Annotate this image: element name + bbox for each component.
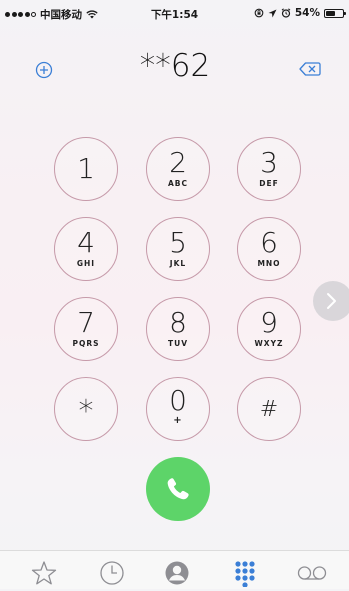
side-arrow-button[interactable]: [313, 281, 349, 321]
key-digit: #: [259, 397, 279, 422]
key-8[interactable]: 8 TUV: [146, 297, 210, 361]
tab-contacts[interactable]: [163, 559, 193, 589]
key-letters: DEF: [259, 179, 279, 188]
key-3[interactable]: 3 DEF: [237, 137, 301, 201]
voicemail-icon: [297, 566, 327, 580]
keypad-icon: [235, 561, 255, 588]
key-digit: 2: [169, 146, 187, 179]
dialed-number: **62: [139, 48, 211, 84]
location-icon: [268, 9, 277, 17]
key-digit: 1: [77, 152, 95, 185]
key-letters: GHI: [76, 259, 96, 268]
key-star[interactable]: *: [54, 377, 118, 441]
lock-rotation-icon: [254, 8, 264, 18]
contact-icon: [165, 561, 189, 585]
phone-icon: [167, 478, 189, 500]
key-letters: WXYZ: [254, 339, 284, 348]
key-6[interactable]: 6 MNO: [237, 217, 301, 281]
key-digit: 7: [77, 306, 95, 339]
tab-favorites[interactable]: [30, 559, 60, 589]
plus-circle-icon: [35, 61, 53, 79]
key-1[interactable]: 1: [54, 137, 118, 201]
star-icon: [31, 561, 57, 585]
status-bar: 中国移动 下午1:54 54%: [0, 0, 349, 26]
key-digit: 5: [169, 226, 187, 259]
alarm-icon: [281, 8, 291, 18]
key-2[interactable]: 2 ABC: [146, 137, 210, 201]
key-9[interactable]: 9 WXYZ: [237, 297, 301, 361]
battery-icon: [324, 8, 346, 18]
key-digit: 4: [77, 226, 95, 259]
tab-recents[interactable]: [98, 559, 128, 589]
key-digit: 9: [260, 306, 278, 339]
key-letters: TUV: [167, 339, 188, 348]
key-digit: 8: [169, 306, 187, 339]
battery-percent: 54%: [294, 7, 320, 19]
tab-bar: [0, 550, 349, 589]
chevron-right-icon: [327, 293, 336, 309]
call-button[interactable]: [146, 457, 210, 521]
backspace-icon: [299, 62, 321, 76]
key-digit: 0: [169, 384, 187, 417]
key-0[interactable]: 0 +: [146, 377, 210, 441]
key-5[interactable]: 5 JKL: [146, 217, 210, 281]
key-hash[interactable]: #: [237, 377, 301, 441]
clock-icon: [100, 561, 124, 585]
status-right: 54%: [254, 7, 346, 19]
key-7[interactable]: 7 PQRS: [54, 297, 118, 361]
key-letters: PQRS: [72, 339, 100, 348]
key-letters: +: [173, 415, 183, 426]
key-letters: ABC: [167, 179, 189, 188]
key-digit: 3: [260, 146, 278, 179]
backspace-button[interactable]: [299, 60, 321, 78]
key-4[interactable]: 4 GHI: [54, 217, 118, 281]
key-letters: MNO: [257, 259, 281, 268]
tab-keypad[interactable]: [231, 559, 261, 589]
add-contact-button[interactable]: [34, 60, 54, 80]
tab-voicemail[interactable]: [296, 559, 330, 589]
key-digit: 6: [260, 226, 278, 259]
key-letters: JKL: [169, 259, 187, 268]
key-digit: *: [78, 394, 94, 429]
